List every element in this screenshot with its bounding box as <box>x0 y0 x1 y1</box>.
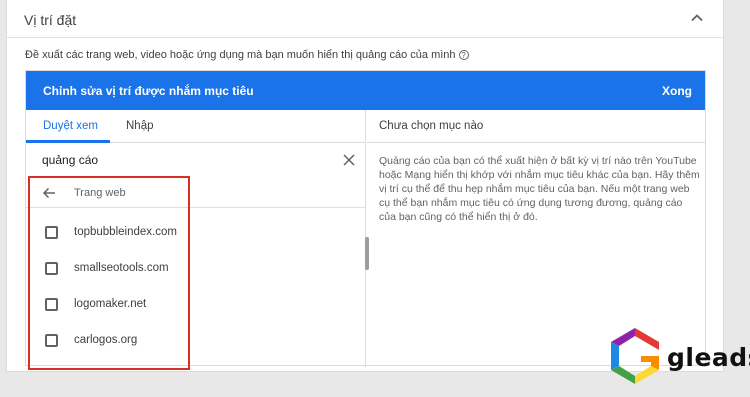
search-input[interactable] <box>42 153 332 167</box>
tab-import[interactable]: Nhập <box>126 120 154 132</box>
editor-header: Chỉnh sửa vị trí được nhắm mục tiêu Xong <box>26 71 705 110</box>
close-icon[interactable] <box>342 153 356 167</box>
gleads-logo-icon <box>611 328 659 384</box>
logo-text: gleads <box>667 343 750 372</box>
selection-header: Chưa chọn mục nào <box>367 110 705 143</box>
tab-bar: Duyệt xem Nhập <box>26 110 365 143</box>
help-icon[interactable]: ? <box>458 50 469 60</box>
editor-title: Chỉnh sửa vị trí được nhắm mục tiêu <box>43 84 254 98</box>
selection-description: Quảng cáo của bạn có thể xuất hiện ở bất… <box>379 155 700 223</box>
card-header[interactable]: Vị trí đặt <box>7 0 723 38</box>
done-button[interactable]: Xong <box>662 84 692 98</box>
section-description: Đề xuất các trang web, video hoặc ứng dụ… <box>25 49 469 61</box>
selection-title: Chưa chọn mục nào <box>379 120 484 132</box>
section-title: Vị trí đặt <box>24 12 77 28</box>
search-row <box>26 143 365 178</box>
highlight-box <box>28 176 190 370</box>
tab-browse[interactable]: Duyệt xem <box>43 120 98 132</box>
chevron-up-icon[interactable] <box>689 10 705 26</box>
